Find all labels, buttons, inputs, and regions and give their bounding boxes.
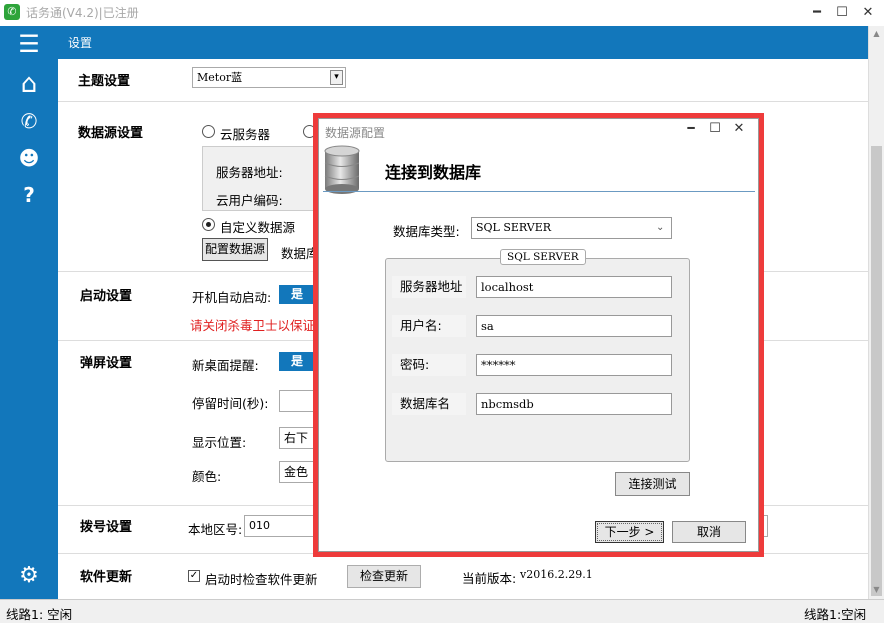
theme-select[interactable]: Metor蓝 ▾ bbox=[192, 67, 346, 88]
dbname-input[interactable]: nbcmsdb bbox=[476, 393, 672, 415]
desktop-reminder-toggle[interactable]: 是 bbox=[279, 352, 315, 371]
stay-time-label: 停留时间(秒): bbox=[192, 396, 269, 411]
chevron-down-icon: ⌄ bbox=[656, 222, 665, 233]
window-title: 话务通(V4.2)|已注册 bbox=[26, 6, 139, 20]
color-label: 颜色: bbox=[192, 469, 222, 484]
app-phone-icon: ✆ bbox=[4, 4, 20, 20]
minimize-button[interactable]: ━ bbox=[804, 3, 830, 23]
maximize-button[interactable]: ☐ bbox=[829, 3, 855, 23]
status-right: 线路1:空闲 bbox=[804, 607, 867, 622]
db-type-label: 数据库类型: bbox=[393, 224, 460, 239]
db-type-select[interactable]: SQL SERVER ⌄ bbox=[471, 217, 672, 239]
radio-custom-label: 自定义数据源 bbox=[220, 220, 296, 235]
home-icon[interactable]: ⌂ bbox=[0, 66, 58, 102]
vertical-scrollbar[interactable]: ▲ ▼ bbox=[868, 26, 884, 599]
page-title: 设置 bbox=[68, 36, 93, 50]
status-left: 线路1: 空闲 bbox=[6, 607, 73, 622]
group-title: SQL SERVER bbox=[500, 249, 586, 265]
close-button[interactable]: ✕ bbox=[855, 3, 881, 23]
radio-cloud[interactable] bbox=[202, 125, 215, 138]
dial-section-title: 拨号设置 bbox=[80, 520, 133, 535]
database-icon bbox=[324, 145, 360, 194]
password-input[interactable]: ****** bbox=[476, 354, 672, 376]
help-icon[interactable]: ? bbox=[0, 177, 58, 213]
position-label: 显示位置: bbox=[192, 435, 247, 450]
dialog-maximize-button[interactable]: ☐ bbox=[707, 121, 723, 136]
server-input[interactable]: localhost bbox=[476, 276, 672, 298]
dialog-heading: 连接到数据库 bbox=[385, 163, 482, 182]
server-address-label: 服务器地址: bbox=[216, 165, 283, 180]
startup-section-title: 启动设置 bbox=[80, 289, 133, 304]
username-label: 用户名: bbox=[392, 315, 466, 337]
cancel-button[interactable]: 取消 bbox=[672, 521, 746, 543]
cloud-server-panel: 服务器地址: 云用户编码: bbox=[202, 146, 317, 211]
version-label: 当前版本: bbox=[462, 571, 517, 586]
server-label: 服务器地址 bbox=[392, 276, 466, 298]
menu-icon[interactable]: ☰ bbox=[0, 26, 58, 62]
test-connection-button[interactable]: 连接测试 bbox=[615, 472, 690, 496]
status-bar: 线路1: 空闲 线路1:空闲 bbox=[0, 599, 884, 623]
datasource-section-title: 数据源设置 bbox=[78, 126, 144, 141]
user-icon[interactable]: ☻ bbox=[0, 140, 58, 176]
warning-text: 请关闭杀毒卫士以保证设 bbox=[190, 318, 328, 333]
check-update-label: 启动时检查软件更新 bbox=[205, 572, 318, 587]
page-header: 设置 bbox=[58, 26, 868, 59]
datasource-dialog: 数据源配置 ━ ☐ ✕ 连接到数据库 数据库类型: SQL SERVER ⌄ S… bbox=[318, 118, 759, 552]
scroll-down-icon[interactable]: ▼ bbox=[869, 582, 884, 598]
check-update-checkbox[interactable]: ✓ bbox=[188, 570, 200, 582]
radio-cloud-label: 云服务器 bbox=[220, 127, 271, 142]
username-input[interactable]: sa bbox=[476, 315, 672, 337]
dialog-close-button[interactable]: ✕ bbox=[731, 121, 747, 136]
scroll-thumb[interactable] bbox=[871, 146, 882, 596]
settings-icon[interactable]: ⚙ bbox=[0, 558, 58, 594]
cloud-user-label: 云用户编码: bbox=[216, 193, 283, 208]
radio-custom[interactable] bbox=[202, 218, 215, 231]
update-section-title: 软件更新 bbox=[80, 570, 133, 585]
check-update-button[interactable]: 检查更新 bbox=[347, 565, 421, 588]
autostart-toggle[interactable]: 是 bbox=[279, 285, 315, 304]
db-type-value: SQL SERVER bbox=[476, 221, 552, 234]
chevron-down-icon[interactable]: ▾ bbox=[330, 70, 343, 85]
next-button[interactable]: 下一步 > bbox=[595, 521, 664, 543]
datasource-dialog-highlight: 数据源配置 ━ ☐ ✕ 连接到数据库 数据库类型: SQL SERVER ⌄ S… bbox=[313, 113, 764, 557]
area-code-input[interactable]: 010 bbox=[244, 515, 319, 537]
dialog-minimize-button[interactable]: ━ bbox=[683, 121, 699, 135]
version-value: v2016.2.29.1 bbox=[520, 568, 593, 581]
popup-section-title: 弹屏设置 bbox=[80, 356, 133, 371]
sidebar: ☰ ⌂ ✆ ☻ ? ⚙ bbox=[0, 26, 58, 599]
theme-select-value: Metor蓝 bbox=[197, 71, 243, 84]
sql-server-group: SQL SERVER 服务器地址 localhost 用户名: sa 密码: *… bbox=[385, 249, 690, 462]
phone-icon[interactable]: ✆ bbox=[0, 103, 58, 139]
config-datasource-button[interactable]: 配置数据源 bbox=[202, 238, 268, 261]
theme-section-title: 主题设置 bbox=[78, 74, 131, 89]
divider bbox=[58, 101, 868, 102]
desktop-reminder-label: 新桌面提醒: bbox=[192, 358, 259, 373]
area-code-label: 本地区号: bbox=[188, 522, 243, 537]
scroll-up-icon[interactable]: ▲ bbox=[869, 26, 884, 42]
password-label: 密码: bbox=[392, 354, 466, 376]
title-bar: ✆ 话务通(V4.2)|已注册 ━ ☐ ✕ bbox=[0, 0, 884, 26]
dbname-label: 数据库名 bbox=[392, 393, 466, 415]
dialog-title: 数据源配置 bbox=[325, 126, 386, 140]
autostart-label: 开机自动启动: bbox=[192, 290, 272, 305]
dialog-divider bbox=[323, 191, 755, 192]
